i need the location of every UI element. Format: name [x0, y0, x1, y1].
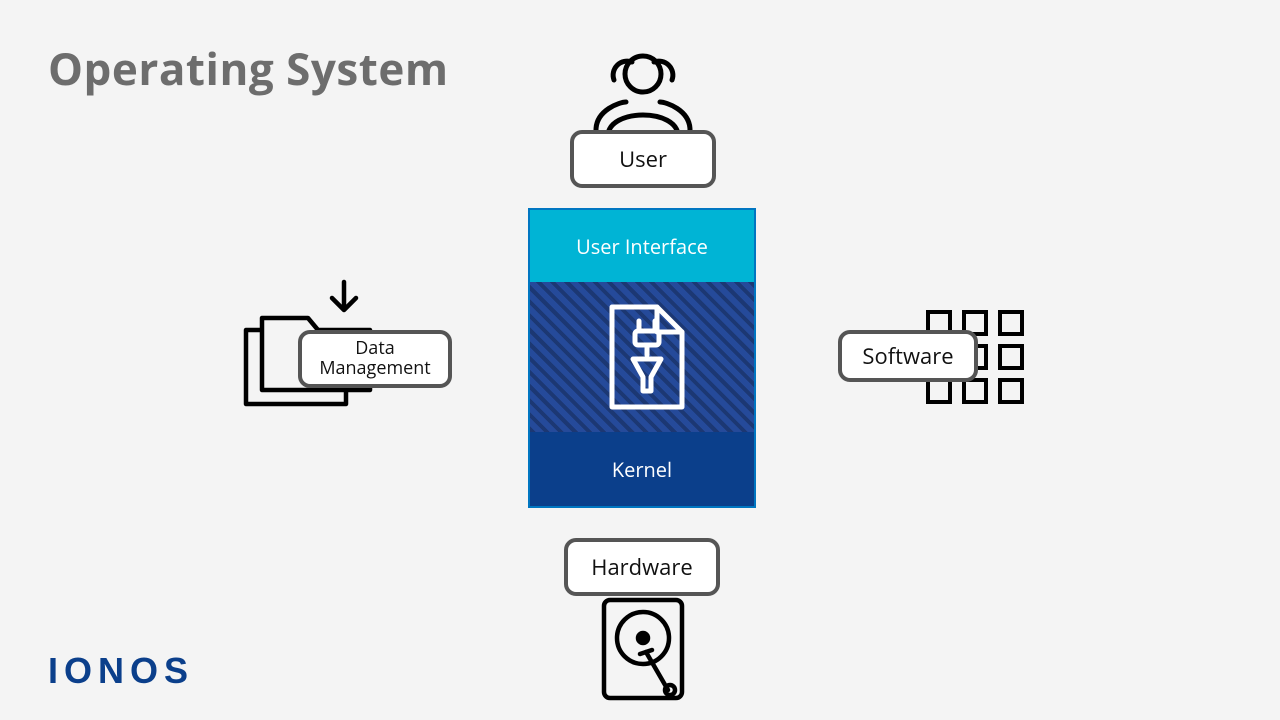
plug-file-icon — [587, 297, 697, 417]
label-user: User — [570, 130, 716, 188]
os-stack: User Interface Kernel — [528, 208, 756, 508]
brand-logo: IONOS — [48, 650, 194, 692]
label-software: Software — [838, 330, 978, 382]
user-group-icon — [578, 50, 708, 140]
layer-middle — [530, 282, 754, 432]
layer-user-interface: User Interface — [530, 210, 754, 282]
layer-kernel: Kernel — [530, 432, 754, 506]
label-hardware: Hardware — [564, 538, 720, 596]
label-data-management: DataManagement — [298, 330, 452, 388]
harddisk-icon — [598, 594, 688, 704]
page-title: Operating System — [48, 38, 449, 98]
